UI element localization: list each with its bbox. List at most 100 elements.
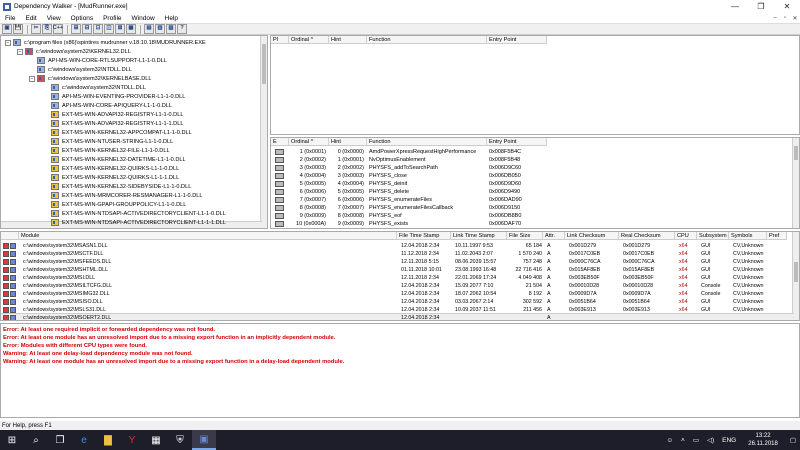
- tree-node[interactable]: EXT-MS-WIN-KERNEL32-SIDEBYSIDE-L1-1-0.DL…: [43, 182, 191, 191]
- module-column-header[interactable]: CPU: [675, 232, 697, 240]
- export-row[interactable]: 6 (0x0006) 5 (0x0005) PHYSFS_delete 0x006D9…: [271, 188, 547, 196]
- toolbar-button-icon[interactable]: ⊞: [71, 24, 81, 34]
- toolbar-button-icon[interactable]: ▣: [2, 24, 12, 34]
- defender-icon[interactable]: ⛨: [168, 430, 192, 450]
- tree-node[interactable]: EXT-MS-WIN-ADVAPI32-REGISTRY-L1-1-1.DLL: [43, 119, 183, 128]
- menu-file[interactable]: File: [0, 15, 20, 22]
- export-row[interactable]: 5 (0x0005) 4 (0x0004) PHYSFS_deinit 0x006D9…: [271, 180, 547, 188]
- mdi-minimize-icon[interactable]: –: [770, 13, 780, 23]
- imports-column-header[interactable]: Ordinal ^: [289, 36, 329, 44]
- imports-column-header[interactable]: Hint: [329, 36, 367, 44]
- yandex-browser-icon[interactable]: Y: [120, 430, 144, 450]
- module-column-header[interactable]: Link Time Stamp: [451, 232, 507, 240]
- menu-options[interactable]: Options: [66, 15, 98, 22]
- tree-node[interactable]: EXT-MS-WIN-NTUSER-STRING-L1-1-0.DLL: [43, 137, 173, 146]
- clock[interactable]: 13:22 26.11.2018: [748, 432, 778, 448]
- module-column-header[interactable]: Symbols: [729, 232, 767, 240]
- module-row[interactable]: c:\windows\system32\MSISO.DLL 12.04.2018 …: [1, 298, 769, 306]
- tree-node[interactable]: EXT-MS-WIN-KERNEL32-QUIRKS-L1-1-1.DLL: [43, 173, 179, 182]
- volume-icon[interactable]: ◁): [707, 436, 714, 444]
- export-row[interactable]: 1 (0x0001) 0 (0x0000) AmdPowerXpressReques…: [271, 148, 547, 156]
- tree-node[interactable]: EXT-MS-WIN-GPAPI-GROUPPOLICY-L1-1-0.DLL: [43, 200, 186, 209]
- module-column-header[interactable]: Link Checksum: [565, 232, 619, 240]
- imports-column-header[interactable]: PI: [271, 36, 289, 44]
- module-row[interactable]: c:\windows\system32\MSIMG32.DLL 12.04.201…: [1, 290, 769, 298]
- edge-icon[interactable]: e: [72, 430, 96, 450]
- tree-toggle-icon[interactable]: −: [17, 48, 23, 55]
- tree-node[interactable]: API-MS-WIN-CORE-APIQUERY-L1-1-0.DLL: [43, 101, 172, 110]
- menu-window[interactable]: Window: [127, 15, 160, 22]
- tree-node[interactable]: EXT-MS-WIN-KERNEL32-DATETIME-L1-1-0.DLL: [43, 155, 186, 164]
- module-row[interactable]: c:\windows\system32\MSHTML.DLL 01.11.2018…: [1, 266, 769, 274]
- tree-vertical-scrollbar[interactable]: [260, 36, 267, 228]
- tree-node[interactable]: c:\windows\system32\NTDLL.DLL: [43, 83, 146, 92]
- modules-vertical-scrollbar[interactable]: [792, 232, 799, 320]
- toolbar-button-icon[interactable]: ✂: [31, 24, 41, 34]
- notifications-icon[interactable]: ▢: [790, 436, 796, 444]
- module-row[interactable]: c:\windows\system32\MSILTCFG.DLL 12.04.20…: [1, 282, 769, 290]
- module-column-header[interactable]: [1, 232, 19, 240]
- minimize-icon[interactable]: —: [722, 0, 748, 13]
- module-list-pane[interactable]: Module File Time Stamp Link Time Stamp File…: [0, 231, 800, 321]
- toolbar-button-icon[interactable]: ▦: [126, 24, 136, 34]
- exports-column-header[interactable]: Hint: [329, 138, 367, 146]
- tree-node[interactable]: EXT-MS-WIN-ADVAPI32-REGISTRY-L1-1-0.DLL: [43, 110, 183, 119]
- tree-node[interactable]: − c:\windows\system32\KERNELBASE.DLL: [29, 74, 152, 83]
- module-column-header[interactable]: File Size: [507, 232, 543, 240]
- export-row[interactable]: 4 (0x0004) 3 (0x0003) PHYSFS_close 0x006DB0…: [271, 172, 547, 180]
- tree-node[interactable]: EXT-MS-WIN-KERNEL32-QUIRKS-L1-1-0.DLL: [43, 164, 179, 173]
- toolbar-button-icon[interactable]: ▥: [155, 24, 165, 34]
- module-row[interactable]: c:\windows\system32\MSFEEDS.DLL 12.11.201…: [1, 258, 769, 266]
- module-row[interactable]: c:\windows\system32\MSLS31.DLL 12.04.2018…: [1, 306, 769, 314]
- tree-node[interactable]: c:\windows\system32\NTDLL.DLL: [29, 65, 132, 74]
- toolbar-button-icon[interactable]: ⊠: [115, 24, 125, 34]
- toolbar-button-icon[interactable]: ⊡: [93, 24, 103, 34]
- tree-node[interactable]: API-MS-WIN-EVENTING-PROVIDER-L1-1-0.DLL: [43, 92, 185, 101]
- exports-column-header[interactable]: Function: [367, 138, 487, 146]
- task-view-icon[interactable]: ❐: [48, 430, 72, 450]
- tree-node[interactable]: EXT-MS-WIN-NTDSAPI-ACTIVEDIRECTORYCLIENT…: [43, 218, 226, 227]
- tree-toggle-icon[interactable]: −: [5, 39, 11, 46]
- toolbar-button-icon[interactable]: ?: [177, 24, 187, 34]
- export-row[interactable]: 10 (0x000A) 9 (0x0009) PHYSFS_exists 0x006D…: [271, 220, 547, 228]
- module-tree-pane[interactable]: − c:\program files (x86)\spintires mudrun…: [0, 35, 268, 229]
- imports-column-header[interactable]: Function: [367, 36, 487, 44]
- people-icon[interactable]: ☺: [666, 437, 673, 444]
- export-row[interactable]: 9 (0x0009) 8 (0x0008) PHYSFS_eof 0x006DB8B0: [271, 212, 547, 220]
- module-column-header[interactable]: Subsystem: [697, 232, 729, 240]
- module-column-header[interactable]: Attr.: [543, 232, 565, 240]
- menu-profile[interactable]: Profile: [98, 15, 126, 22]
- tree-toggle-icon[interactable]: −: [29, 75, 35, 82]
- toolbar-button-icon[interactable]: ⎘: [42, 24, 52, 34]
- log-pane[interactable]: Error: At least one required implicit or…: [0, 323, 800, 418]
- module-column-header[interactable]: Pref: [767, 232, 787, 240]
- toolbar-button-icon[interactable]: ◫: [104, 24, 114, 34]
- start-icon[interactable]: ⊞: [0, 430, 24, 450]
- module-row[interactable]: c:\windows\system32\MSASN1.DLL 12.04.2018…: [1, 242, 769, 250]
- close-icon[interactable]: ✕: [774, 0, 800, 13]
- tree-node[interactable]: − c:\program files (x86)\spintires mudrun…: [5, 38, 206, 47]
- menu-view[interactable]: View: [42, 15, 66, 22]
- export-row[interactable]: 8 (0x0008) 7 (0x0007) PHYSFS_enumerateFile…: [271, 204, 547, 212]
- language-indicator[interactable]: ENG: [722, 437, 736, 444]
- exports-pane[interactable]: E Ordinal ^ Hint Function Entry Point 1 (0x0…: [270, 137, 800, 229]
- module-row[interactable]: c:\windows\system32\MSOERT2.DLL 12.04.201…: [1, 314, 769, 320]
- search-icon[interactable]: ⌕: [24, 430, 48, 450]
- exports-vertical-scrollbar[interactable]: [792, 138, 799, 228]
- module-column-header[interactable]: Real Checksum: [619, 232, 675, 240]
- tree-node[interactable]: EXT-MS-WIN-MRMCORER-RESMANAGER-L1-1-0.DL…: [43, 191, 202, 200]
- imports-pane[interactable]: PI Ordinal ^ Hint Function Entry Point: [270, 35, 800, 135]
- imports-column-header[interactable]: Entry Point: [487, 36, 547, 44]
- network-icon[interactable]: ▭: [693, 436, 699, 444]
- tree-node[interactable]: EXT-MS-WIN-KERNEL32-APPCOMPAT-L1-1-0.DLL: [43, 128, 192, 137]
- mdi-restore-icon[interactable]: ▫: [780, 13, 790, 23]
- toolbar-button-icon[interactable]: C++: [53, 24, 63, 34]
- dependency-walker-task-icon[interactable]: ▣: [192, 430, 216, 450]
- exports-column-header[interactable]: Entry Point: [487, 138, 547, 146]
- module-row[interactable]: c:\windows\system32\MSCTF.DLL 11.12.2018 …: [1, 250, 769, 258]
- tree-node[interactable]: EXT-MS-WIN-KERNEL32-FILE-L1-1-0.DLL: [43, 146, 170, 155]
- chevron-up-icon[interactable]: ˄: [681, 437, 685, 444]
- toolbar-button-icon[interactable]: ▤: [144, 24, 154, 34]
- module-column-header[interactable]: Module: [19, 232, 397, 240]
- toolbar-button-icon[interactable]: ⊟: [82, 24, 92, 34]
